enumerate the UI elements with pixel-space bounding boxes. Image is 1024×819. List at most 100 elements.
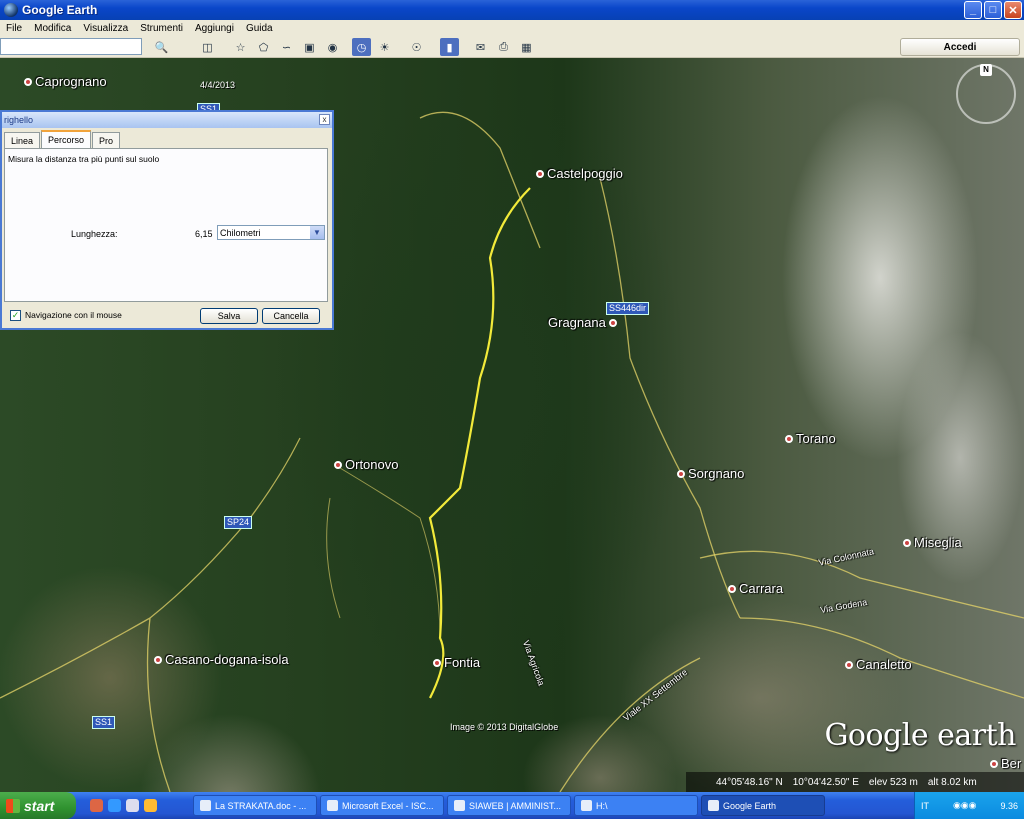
menu-file[interactable]: File — [0, 23, 28, 34]
place-pin-icon — [334, 460, 342, 469]
clock[interactable]: 9.36 — [1000, 801, 1018, 811]
system-tray: IT ◉◉◉ 9.36 — [914, 792, 1024, 819]
tab-percorso[interactable]: Percorso — [41, 130, 92, 148]
place-pin-icon — [433, 658, 441, 667]
place-label: Casano-dogana-isola — [165, 652, 289, 667]
email-icon[interactable]: ✉ — [471, 38, 490, 56]
title-bar[interactable]: Google Earth _ □ ✕ — [0, 0, 1024, 20]
quick-launch — [90, 799, 190, 812]
ruler-icon[interactable]: ▮ — [440, 38, 459, 56]
polygon-icon[interactable]: ⬠ — [254, 38, 273, 56]
tab-linea[interactable]: Linea — [4, 132, 41, 148]
ruler-footer: ✓ Navigazione con il mouse Salva Cancell… — [2, 306, 332, 328]
minimize-button[interactable]: _ — [964, 1, 982, 19]
place-torano[interactable]: Torano — [785, 431, 836, 446]
place-pin-icon — [536, 169, 544, 178]
path-icon[interactable]: ∽ — [277, 38, 296, 56]
image-overlay-icon[interactable]: ▣ — [300, 38, 319, 56]
google-earth-window: Google Earth _ □ ✕ File Modifica Visuali… — [0, 0, 1024, 819]
tab-pro[interactable]: Pro — [92, 132, 121, 148]
chevron-down-icon[interactable]: ▼ — [310, 226, 324, 239]
window-title: Google Earth — [22, 3, 98, 17]
planets-icon[interactable]: ☉ — [407, 38, 426, 56]
place-pin-icon — [903, 538, 911, 547]
taskbar: start La STRAKATA.doc - ... Microsoft Ex… — [0, 792, 1024, 819]
place-label: Ber — [1001, 756, 1022, 771]
navigation-compass[interactable]: N — [956, 64, 1016, 124]
placemark-icon[interactable]: ☆ — [231, 38, 250, 56]
task-label: Microsoft Excel - ISC... — [342, 800, 434, 811]
ruler-dialog: righello x Linea Percorso Pro Misura la … — [0, 110, 334, 330]
sign-in-button[interactable]: Accedi — [900, 38, 1020, 56]
unit-select[interactable]: Chilometri ▼ — [217, 225, 325, 240]
tray-icons[interactable]: ◉◉◉ — [953, 800, 977, 811]
history-clock-icon[interactable]: ◷ — [352, 38, 371, 56]
menu-bar: File Modifica Visualizza Strumenti Aggiu… — [0, 20, 1024, 37]
record-tour-icon[interactable]: ◉ — [323, 38, 342, 56]
task-word-document[interactable]: La STRAKATA.doc - ... — [193, 795, 317, 816]
ie-icon[interactable] — [108, 799, 121, 812]
print-icon[interactable]: ⎙ — [494, 38, 513, 56]
place-gragnana[interactable]: Gragnana — [548, 315, 617, 330]
place-pin-icon — [677, 469, 685, 478]
close-button[interactable]: ✕ — [1004, 1, 1022, 19]
chrome-icon[interactable] — [144, 799, 157, 812]
place-pin-icon — [990, 759, 998, 768]
task-siaweb[interactable]: SIAWEB | AMMINIST... — [447, 795, 571, 816]
place-casano-dogana-isola[interactable]: Casano-dogana-isola — [154, 652, 289, 667]
desktop-icon[interactable] — [126, 799, 139, 812]
maximize-button[interactable]: □ — [984, 1, 1002, 19]
road-shield: SS446dir — [606, 302, 650, 315]
mouse-navigation-checkbox[interactable]: ✓ — [10, 310, 21, 321]
google-maps-icon[interactable]: ▦ — [517, 38, 536, 56]
menu-strumenti[interactable]: Strumenti — [134, 23, 189, 34]
ruler-dialog-title[interactable]: righello — [2, 112, 332, 128]
place-ber[interactable]: Ber — [990, 756, 1021, 771]
place-fontia[interactable]: Fontia — [433, 655, 480, 670]
cancel-button[interactable]: Cancella — [262, 308, 320, 324]
ruler-close-button[interactable]: x — [319, 114, 330, 125]
sunlight-icon[interactable]: ☀ — [375, 38, 394, 56]
google-earth-icon — [708, 800, 719, 811]
place-sorgnano[interactable]: Sorgnano — [677, 466, 744, 481]
task-label: Google Earth — [723, 800, 777, 811]
windows-logo-icon — [6, 798, 20, 813]
place-label: Miseglia — [914, 535, 962, 550]
coordinates-status-bar: 44°05'48.16" N 10°04'42.50" E elev 523 m… — [686, 772, 1024, 792]
search-input[interactable] — [0, 38, 142, 55]
place-pin-icon — [785, 434, 793, 443]
place-canaletto[interactable]: Canaletto — [845, 657, 912, 672]
place-pin-icon — [24, 77, 32, 86]
language-indicator[interactable]: IT — [921, 801, 929, 811]
place-pin-icon — [845, 660, 853, 669]
search-icon[interactable]: 🔍 — [152, 38, 171, 56]
place-carrara[interactable]: Carrara — [728, 581, 783, 596]
place-pin-icon — [728, 584, 736, 593]
task-explorer[interactable]: H:\ — [574, 795, 698, 816]
task-google-earth[interactable]: Google Earth — [701, 795, 825, 816]
google-earth-logo: Google earth — [824, 718, 1016, 753]
place-miseglia[interactable]: Miseglia — [903, 535, 962, 550]
sidebar-toggle-icon[interactable]: ◫ — [198, 38, 217, 56]
menu-guida[interactable]: Guida — [240, 23, 279, 34]
menu-modifica[interactable]: Modifica — [28, 23, 77, 34]
save-button[interactable]: Salva — [200, 308, 258, 324]
place-caprognano[interactable]: Caprognano — [24, 74, 107, 89]
unit-select-value: Chilometri — [220, 227, 261, 238]
google-earth-icon — [4, 3, 18, 17]
task-excel[interactable]: Microsoft Excel - ISC... — [320, 795, 444, 816]
place-ortonovo[interactable]: Ortonovo — [334, 457, 398, 472]
imagery-date: 4/4/2013 — [200, 80, 236, 90]
longitude-readout: 10°04'42.50" E — [792, 776, 859, 788]
mouse-navigation-label: Navigazione con il mouse — [25, 310, 122, 320]
task-label: La STRAKATA.doc - ... — [215, 800, 307, 811]
ruler-description: Misura la distanza tra più punti sul suo… — [8, 154, 160, 164]
menu-aggiungi[interactable]: Aggiungi — [189, 23, 240, 34]
start-button[interactable]: start — [0, 792, 76, 819]
menu-visualizza[interactable]: Visualizza — [77, 23, 134, 34]
place-castelpoggio[interactable]: Castelpoggio — [536, 166, 623, 181]
road-shield: SP24 — [224, 516, 253, 529]
quick-launch-app-icon[interactable] — [90, 799, 103, 812]
place-label: Torano — [796, 431, 836, 446]
road-shield: SS1 — [92, 716, 116, 729]
